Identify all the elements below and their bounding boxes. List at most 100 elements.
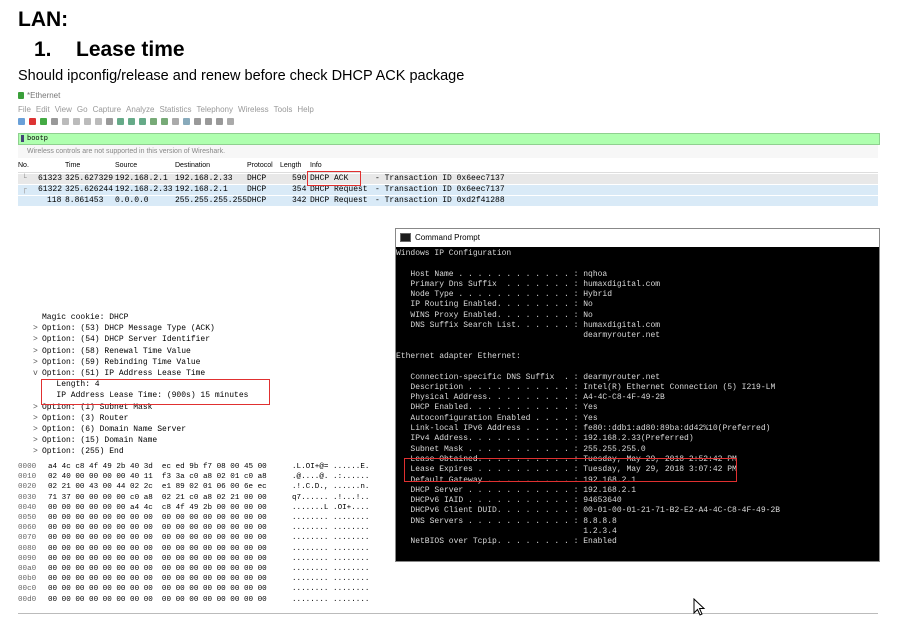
zoom-out-icon[interactable] [205, 118, 212, 125]
chevron-right-icon[interactable]: > [33, 346, 42, 357]
hex-row[interactable]: 0030 71 37 00 00 00 00 c0 a8 02 21 c0 a8 … [18, 494, 369, 504]
hex-row[interactable]: 0040 00 00 00 00 00 00 a4 4c c8 4f 49 2b … [18, 504, 369, 514]
hex-bytes: 00 00 00 00 00 00 00 00 00 00 00 00 00 0… [48, 575, 267, 584]
packet-time: 8.861453 [65, 196, 104, 205]
packet-time: 325.626244 [65, 185, 114, 194]
hex-row[interactable]: 0070 00 00 00 00 00 00 00 00 00 00 00 00 … [18, 534, 369, 544]
menu-item-wireless[interactable]: Wireless [238, 105, 269, 114]
col-protocol[interactable]: Protocol [247, 162, 273, 169]
hex-row[interactable]: 0080 00 00 00 00 00 00 00 00 00 00 00 00 … [18, 545, 369, 555]
menu-item-view[interactable]: View [55, 105, 72, 114]
hex-ascii: .......L .OI+.... [292, 503, 370, 512]
hex-bytes: 00 00 00 00 00 00 a4 4c c8 4f 49 2b 00 0… [48, 503, 267, 512]
autoscroll-icon[interactable] [172, 118, 179, 125]
wireshark-menubar: File Edit View Go Capture Analyze Statistics Te… [18, 105, 319, 114]
hex-row[interactable]: 00a0 00 00 00 00 00 00 00 00 00 00 00 00 … [18, 565, 369, 575]
options-gear-icon[interactable] [51, 118, 58, 125]
cmd-titlebar[interactable]: Command Prompt [396, 229, 879, 247]
hex-row[interactable]: 00b0 00 00 00 00 00 00 00 00 00 00 00 00 … [18, 575, 369, 585]
hex-row[interactable]: 0060 00 00 00 00 00 00 00 00 00 00 00 00 … [18, 524, 369, 534]
detail-row[interactable]: > Option: (255) End [33, 446, 124, 457]
packet-length: 354 [292, 185, 307, 194]
packet-row[interactable]: 118 8.861453 0.0.0.0 255.255.255.255 DHC… [18, 196, 878, 206]
colorize-icon[interactable] [183, 118, 190, 125]
zoom-in-icon[interactable] [194, 118, 201, 125]
hex-row[interactable]: 0000 a4 4c c8 4f 49 2b 40 3d ec ed 9b f7 … [18, 463, 369, 473]
detail-row[interactable]: Magic cookie: DHCP [33, 312, 128, 323]
chevron-right-icon[interactable]: > [33, 323, 42, 334]
packet-list-header[interactable]: No. Time Source Destination Protocol Len… [18, 161, 878, 173]
detail-row[interactable]: > Option: (59) Rebinding Time Value [33, 357, 200, 368]
col-no[interactable]: No. [18, 162, 29, 169]
display-filter-input[interactable]: bootp [18, 133, 880, 145]
packet-protocol: DHCP [247, 174, 267, 183]
cmd-line: Link-local IPv6 Address . . . . . : fe80… [396, 424, 771, 434]
detail-text: Option: (255) End [42, 447, 124, 457]
cmd-line: DHCPv6 Client DUID. . . . . . . . : 00-0… [396, 506, 781, 516]
find-icon[interactable] [106, 118, 113, 125]
go-back-icon[interactable] [117, 118, 124, 125]
menu-item-tools[interactable]: Tools [274, 105, 293, 114]
col-destination[interactable]: Destination [175, 162, 210, 169]
detail-row[interactable]: v Option: (51) IP Address Lease Time [33, 368, 205, 379]
menu-item-help[interactable]: Help [297, 105, 313, 114]
hex-row[interactable]: 0020 02 21 00 43 00 44 02 2c e1 89 02 01 … [18, 483, 369, 493]
packet-row[interactable]: └ 61323 325.627329 192.168.2.1 192.168.2… [18, 174, 878, 184]
detail-row[interactable]: > Option: (6) Domain Name Server [33, 424, 186, 435]
detail-row[interactable]: > Option: (3) Router [33, 413, 128, 424]
detail-row[interactable]: > Option: (53) DHCP Message Type (ACK) [33, 323, 215, 334]
hex-row[interactable]: 00c0 00 00 00 00 00 00 00 00 00 00 00 00 … [18, 585, 369, 595]
notice-text: Wireless controls are not supported in t… [27, 148, 226, 155]
hex-row[interactable]: 00d0 00 00 00 00 00 00 00 00 00 00 00 00 … [18, 596, 369, 606]
chevron-right-icon[interactable]: > [33, 357, 42, 368]
filter-text: bootp [27, 135, 49, 143]
chevron-right-icon[interactable]: > [33, 424, 42, 435]
hex-off: 0080 [18, 544, 37, 553]
menu-item-telephony[interactable]: Telephony [197, 105, 233, 114]
menu-item-statistics[interactable]: Statistics [160, 105, 192, 114]
chevron-right-icon[interactable]: > [33, 435, 42, 446]
resize-columns-icon[interactable] [227, 118, 234, 125]
hex-row[interactable]: 0010 02 40 00 00 00 00 40 11 f3 3a c0 a8 … [18, 473, 369, 483]
first-packet-icon[interactable] [150, 118, 157, 125]
cmd-line: IP Routing Enabled. . . . . . . . : No [396, 300, 593, 310]
bookmark-icon[interactable] [21, 134, 24, 142]
menu-item-analyze[interactable]: Analyze [126, 105, 154, 114]
col-time[interactable]: Time [65, 162, 80, 169]
chevron-right-icon[interactable]: > [33, 446, 42, 457]
col-length[interactable]: Length [280, 162, 301, 169]
menu-item-edit[interactable]: Edit [36, 105, 50, 114]
shark-fin-icon[interactable] [18, 118, 25, 125]
chevron-down-icon[interactable]: v [33, 368, 42, 379]
packet-row[interactable]: ┌ 61322 325.626244 192.168.2.33 192.168.… [18, 185, 878, 195]
chevron-right-icon[interactable]: > [33, 334, 42, 345]
menu-item-file[interactable]: File [18, 105, 31, 114]
chevron-right-icon[interactable]: > [33, 413, 42, 424]
cmd-line [396, 259, 879, 269]
open-file-icon[interactable] [62, 118, 69, 125]
detail-row[interactable]: > Option: (15) Domain Name [33, 435, 157, 446]
col-source[interactable]: Source [115, 162, 137, 169]
cmd-line: WINS Proxy Enabled. . . . . . . . : No [396, 310, 593, 320]
detail-row[interactable]: > Option: (54) DHCP Server Identifier [33, 334, 210, 345]
save-file-icon[interactable] [73, 118, 80, 125]
command-prompt-window[interactable]: Command Prompt Windows IP Configuration … [395, 228, 880, 562]
reload-icon[interactable] [95, 118, 102, 125]
zoom-normal-icon[interactable] [216, 118, 223, 125]
stop-capture-icon[interactable] [29, 118, 36, 125]
hex-row[interactable]: 0050 00 00 00 00 00 00 00 00 00 00 00 00 … [18, 514, 369, 524]
hex-ascii: ........ ........ [292, 565, 370, 573]
restart-capture-icon[interactable] [40, 118, 47, 125]
hex-bytes: 02 21 00 43 00 44 02 2c e1 89 02 01 06 0… [48, 483, 267, 492]
go-to-packet-icon[interactable] [139, 118, 146, 125]
detail-row[interactable]: > Option: (58) Renewal Time Value [33, 346, 191, 357]
hex-row[interactable]: 0090 00 00 00 00 00 00 00 00 00 00 00 00 … [18, 555, 369, 565]
close-file-icon[interactable] [84, 118, 91, 125]
packet-info: DHCP Request [310, 185, 368, 194]
menu-item-go[interactable]: Go [77, 105, 88, 114]
menu-item-capture[interactable]: Capture [93, 105, 121, 114]
last-packet-icon[interactable] [161, 118, 168, 125]
hex-ascii: ........ ........ [292, 595, 370, 604]
go-forward-icon[interactable] [128, 118, 135, 125]
col-info[interactable]: Info [310, 162, 322, 169]
